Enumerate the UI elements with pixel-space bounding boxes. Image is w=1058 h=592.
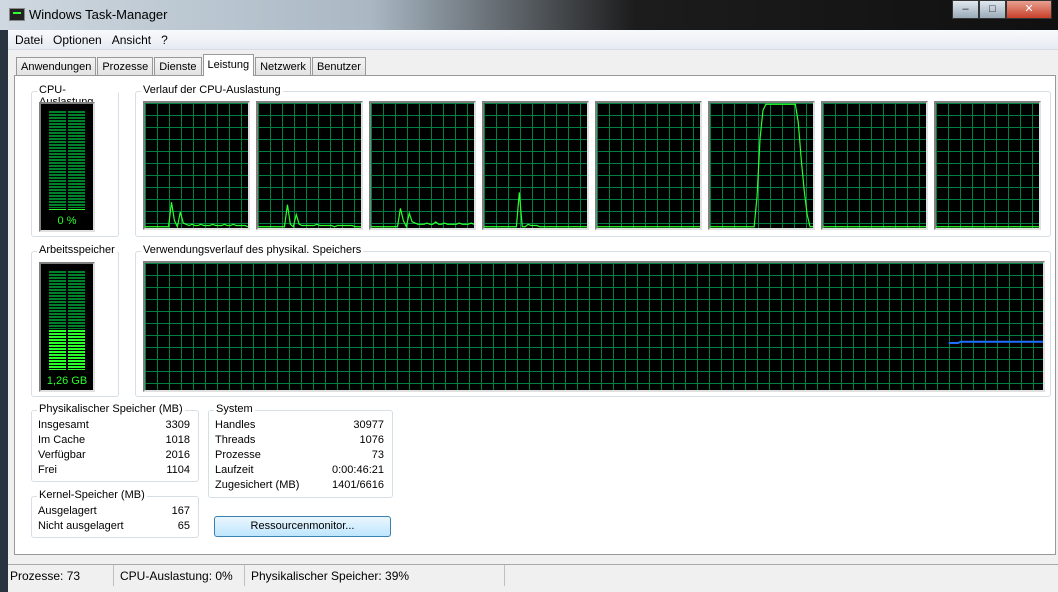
row-label: Verfügbar xyxy=(38,449,86,461)
memory-label: Arbeitsspeicher xyxy=(37,244,117,256)
kernel-row: Ausgelagert 167 xyxy=(38,505,190,517)
cpu-core-line xyxy=(710,104,813,227)
memory-history-graph xyxy=(143,261,1045,392)
row-label: Nicht ausgelagert xyxy=(38,520,124,532)
cpu-core-graph xyxy=(708,101,815,230)
title-bar[interactable]: Windows Task-Manager – □ ✕ xyxy=(0,0,1058,30)
menu-optionen[interactable]: Optionen xyxy=(52,30,109,49)
tab-netzwerk[interactable]: Netzwerk xyxy=(255,57,311,76)
cpu-usage-value: 0 % xyxy=(57,215,77,227)
menu-datei[interactable]: Datei xyxy=(14,30,50,49)
system-row: Threads 1076 xyxy=(215,434,384,446)
resource-monitor-button[interactable]: Ressourcenmonitor... xyxy=(214,516,391,537)
close-button[interactable]: ✕ xyxy=(1006,0,1052,19)
cpu-usage-group: CPU-Auslastung 0 % xyxy=(31,84,119,237)
row-label: Im Cache xyxy=(38,434,86,446)
status-cpu: CPU-Auslastung: 0% xyxy=(114,565,245,586)
row-label: Ausgelagert xyxy=(38,505,97,517)
system-row: Laufzeit 0:00:46:21 xyxy=(215,464,384,476)
cpu-core-graph xyxy=(934,101,1041,230)
row-value: 2016 xyxy=(165,449,190,461)
row-value: 3309 xyxy=(165,419,190,431)
system-label: System xyxy=(214,403,255,415)
cpu-core-line xyxy=(258,205,361,227)
system-row: Zugesichert (MB) 1401/6616 xyxy=(215,479,384,491)
tab-leistung[interactable]: Leistung xyxy=(202,54,255,76)
row-value: 0:00:46:21 xyxy=(332,464,384,476)
memory-history-group: Verwendungsverlauf des physikal. Speiche… xyxy=(135,244,1051,397)
row-value: 1401/6616 xyxy=(332,479,384,491)
row-value: 65 xyxy=(177,520,190,532)
cpu-core-graph xyxy=(369,101,476,230)
tab-bar: Anwendungen Prozesse Dienste Leistung Ne… xyxy=(16,54,367,76)
system-group: System Handles 30977 Threads 1076 Prozesse 73… xyxy=(208,403,393,498)
row-value: 73 xyxy=(371,449,384,461)
row-label: Threads xyxy=(215,434,256,446)
cpu-core-graph xyxy=(256,101,363,230)
cpu-meter: 0 % xyxy=(39,102,95,232)
memory-value: 1,26 GB xyxy=(46,375,88,387)
cpu-meter-fill xyxy=(49,208,85,210)
physical-row: Verfügbar 2016 xyxy=(38,449,190,461)
menu-bar: Datei Optionen Ansicht ? xyxy=(8,30,1058,50)
physical-row: Insgesamt 3309 xyxy=(38,419,190,431)
tab-prozesse[interactable]: Prozesse xyxy=(97,57,154,76)
row-label: Insgesamt xyxy=(38,419,89,431)
memory-history-line xyxy=(949,342,1043,343)
row-label: Frei xyxy=(38,464,57,476)
physical-row: Im Cache 1018 xyxy=(38,434,190,446)
row-value: 30977 xyxy=(353,419,384,431)
performance-panel: CPU-Auslastung 0 % Verlauf der CPU-Ausla… xyxy=(14,75,1056,555)
cpu-core-graph xyxy=(482,101,589,230)
cpu-core-graph xyxy=(821,101,928,230)
row-label: Prozesse xyxy=(215,449,261,461)
cpu-core-graph xyxy=(595,101,702,230)
kernel-row: Nicht ausgelagert 65 xyxy=(38,520,190,532)
task-manager-icon xyxy=(9,8,25,21)
cpu-core-line xyxy=(371,208,474,226)
memory-history-label: Verwendungsverlauf des physikal. Speiche… xyxy=(141,244,364,256)
window-client: Datei Optionen Ansicht ? Anwendungen Pro… xyxy=(8,30,1058,592)
system-row: Handles 30977 xyxy=(215,419,384,431)
memory-meter-fill xyxy=(49,329,85,370)
menu-help[interactable]: ? xyxy=(160,30,175,49)
maximize-button[interactable]: □ xyxy=(979,0,1006,19)
tab-benutzer[interactable]: Benutzer xyxy=(311,57,366,76)
cpu-history-label: Verlauf der CPU-Auslastung xyxy=(141,84,283,96)
cpu-core-line xyxy=(484,192,587,226)
row-label: Laufzeit xyxy=(215,464,254,476)
row-value: 1104 xyxy=(166,464,190,476)
minimize-button[interactable]: – xyxy=(952,0,979,19)
window-title: Windows Task-Manager xyxy=(29,7,168,22)
tab-anwendungen[interactable]: Anwendungen xyxy=(16,57,97,76)
kernel-memory-label: Kernel-Speicher (MB) xyxy=(37,489,147,501)
tab-dienste[interactable]: Dienste xyxy=(154,57,202,76)
cpu-history-group: Verlauf der CPU-Auslastung xyxy=(135,84,1051,237)
memory-group: Arbeitsspeicher 1,26 GB xyxy=(31,244,119,397)
physical-row: Frei 1104 xyxy=(38,464,190,476)
cpu-core-graph xyxy=(143,101,250,230)
row-value: 167 xyxy=(171,505,190,517)
row-label: Zugesichert (MB) xyxy=(215,479,300,491)
status-processes: Prozesse: 73 xyxy=(8,565,114,586)
row-value: 1076 xyxy=(359,434,384,446)
row-value: 1018 xyxy=(165,434,190,446)
system-row: Prozesse 73 xyxy=(215,449,384,461)
status-memory: Physikalischer Speicher: 39% xyxy=(245,565,505,586)
row-label: Handles xyxy=(215,419,256,431)
kernel-memory-group: Kernel-Speicher (MB) Ausgelagert 167 Nicht… xyxy=(31,489,199,538)
status-bar: Prozesse: 73 CPU-Auslastung: 0% Physikal… xyxy=(8,564,1058,586)
physical-memory-group: Physikalischer Speicher (MB) Insgesamt 33… xyxy=(31,403,199,482)
cpu-core-line xyxy=(145,202,248,227)
menu-ansicht[interactable]: Ansicht xyxy=(111,30,158,49)
physical-memory-label: Physikalischer Speicher (MB) xyxy=(37,403,185,415)
memory-meter: 1,26 GB xyxy=(39,262,95,392)
